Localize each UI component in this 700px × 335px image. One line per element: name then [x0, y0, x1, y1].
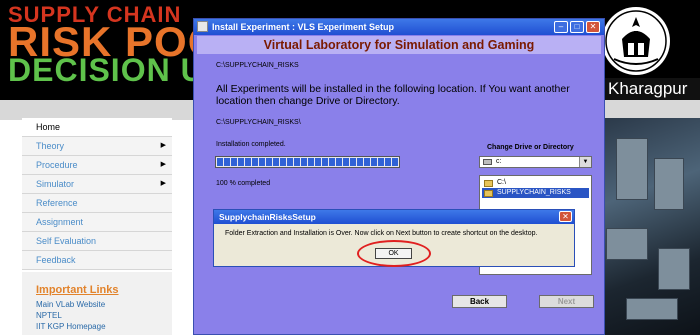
- folder-open-icon: [484, 190, 493, 197]
- progress-fill: [217, 158, 398, 166]
- ok-button[interactable]: OK: [375, 248, 412, 259]
- nav-item-label: Assignment: [36, 217, 84, 227]
- install-path: C:\SUPPLYCHAIN_RISKS\: [216, 119, 301, 126]
- nav-item-label: Self Evaluation: [36, 236, 97, 246]
- banner-title: Virtual Laboratory for Simulation and Ga…: [263, 38, 535, 52]
- chevron-down-icon[interactable]: ▼: [579, 157, 591, 167]
- lab-photo: [596, 118, 700, 335]
- dialog-close-button[interactable]: ✕: [559, 211, 572, 222]
- institute-emblem-icon: [602, 7, 670, 75]
- minimize-button[interactable]: –: [554, 21, 568, 33]
- nav-item-reference[interactable]: Reference: [22, 194, 172, 213]
- institute-name: Kharagpur: [608, 79, 688, 98]
- app-icon: [197, 21, 208, 32]
- nav-item-home[interactable]: Home: [22, 118, 172, 137]
- nav-item-label: Home: [36, 122, 61, 132]
- link-nptel[interactable]: NPTEL: [36, 311, 62, 320]
- progress-bar: [215, 156, 400, 168]
- nav-item-label: Procedure: [36, 160, 78, 170]
- install-status: Installation completed.: [216, 141, 286, 148]
- nav-item-assignment[interactable]: Assignment: [22, 213, 172, 232]
- installer-titlebar[interactable]: Install Experiment : VLS Experiment Setu…: [194, 19, 604, 35]
- next-button[interactable]: Next: [539, 295, 594, 308]
- left-nav: Home Theory ▶ Procedure ▶ Simulator ▶ Refer…: [22, 118, 172, 270]
- install-location-message: All Experiments will be installed in the…: [216, 83, 570, 107]
- drive-select[interactable]: c: ▼: [479, 156, 592, 168]
- dialog-message: Folder Extraction and Installation is Ov…: [225, 230, 538, 237]
- dir-label: SUPPLYCHAIN_RISKS: [497, 189, 571, 196]
- chevron-right-icon: ▶: [160, 142, 166, 149]
- nav-item-label: Feedback: [36, 255, 76, 265]
- nav-item-theory[interactable]: Theory ▶: [22, 137, 172, 156]
- back-button[interactable]: Back: [452, 295, 507, 308]
- maximize-button[interactable]: □: [570, 21, 584, 33]
- dialog-title: SupplychainRisksSetup: [219, 212, 316, 222]
- drive-icon: [483, 159, 492, 165]
- chevron-right-icon: ▶: [160, 180, 166, 187]
- important-links-title: Important Links: [36, 284, 119, 296]
- nav-item-simulator[interactable]: Simulator ▶: [22, 175, 172, 194]
- nav-item-label: Simulator: [36, 179, 75, 189]
- drive-label: Change Drive or Directory: [487, 144, 574, 151]
- nav-item-procedure[interactable]: Procedure ▶: [22, 156, 172, 175]
- installer-banner: Virtual Laboratory for Simulation and Ga…: [197, 36, 601, 54]
- link-iit-kgp[interactable]: IIT KGP Homepage: [36, 322, 106, 331]
- close-button[interactable]: ✕: [586, 21, 600, 33]
- dir-item-selected[interactable]: SUPPLYCHAIN_RISKS: [482, 188, 589, 198]
- nav-item-label: Reference: [36, 198, 78, 208]
- progress-percent: 100 % completed: [216, 180, 271, 187]
- folder-open-icon: [484, 180, 493, 187]
- installer-window: Install Experiment : VLS Experiment Setu…: [193, 18, 605, 335]
- nav-item-self-evaluation[interactable]: Self Evaluation: [22, 232, 172, 251]
- message-dialog: SupplychainRisksSetup ✕ Folder Extractio…: [213, 209, 575, 267]
- nav-item-feedback[interactable]: Feedback: [22, 251, 172, 270]
- dir-item-root[interactable]: C:\: [482, 178, 589, 188]
- installer-title: Install Experiment : VLS Experiment Setu…: [212, 22, 395, 32]
- install-path-top: C:\SUPPLYCHAIN_RISKS: [216, 62, 299, 69]
- chevron-right-icon: ▶: [160, 161, 166, 168]
- dialog-titlebar[interactable]: SupplychainRisksSetup ✕: [214, 210, 574, 224]
- drive-value: c:: [496, 158, 502, 165]
- dir-label: C:\: [497, 179, 506, 186]
- link-main-vlab[interactable]: Main VLab Website: [36, 300, 105, 309]
- nav-item-label: Theory: [36, 141, 65, 151]
